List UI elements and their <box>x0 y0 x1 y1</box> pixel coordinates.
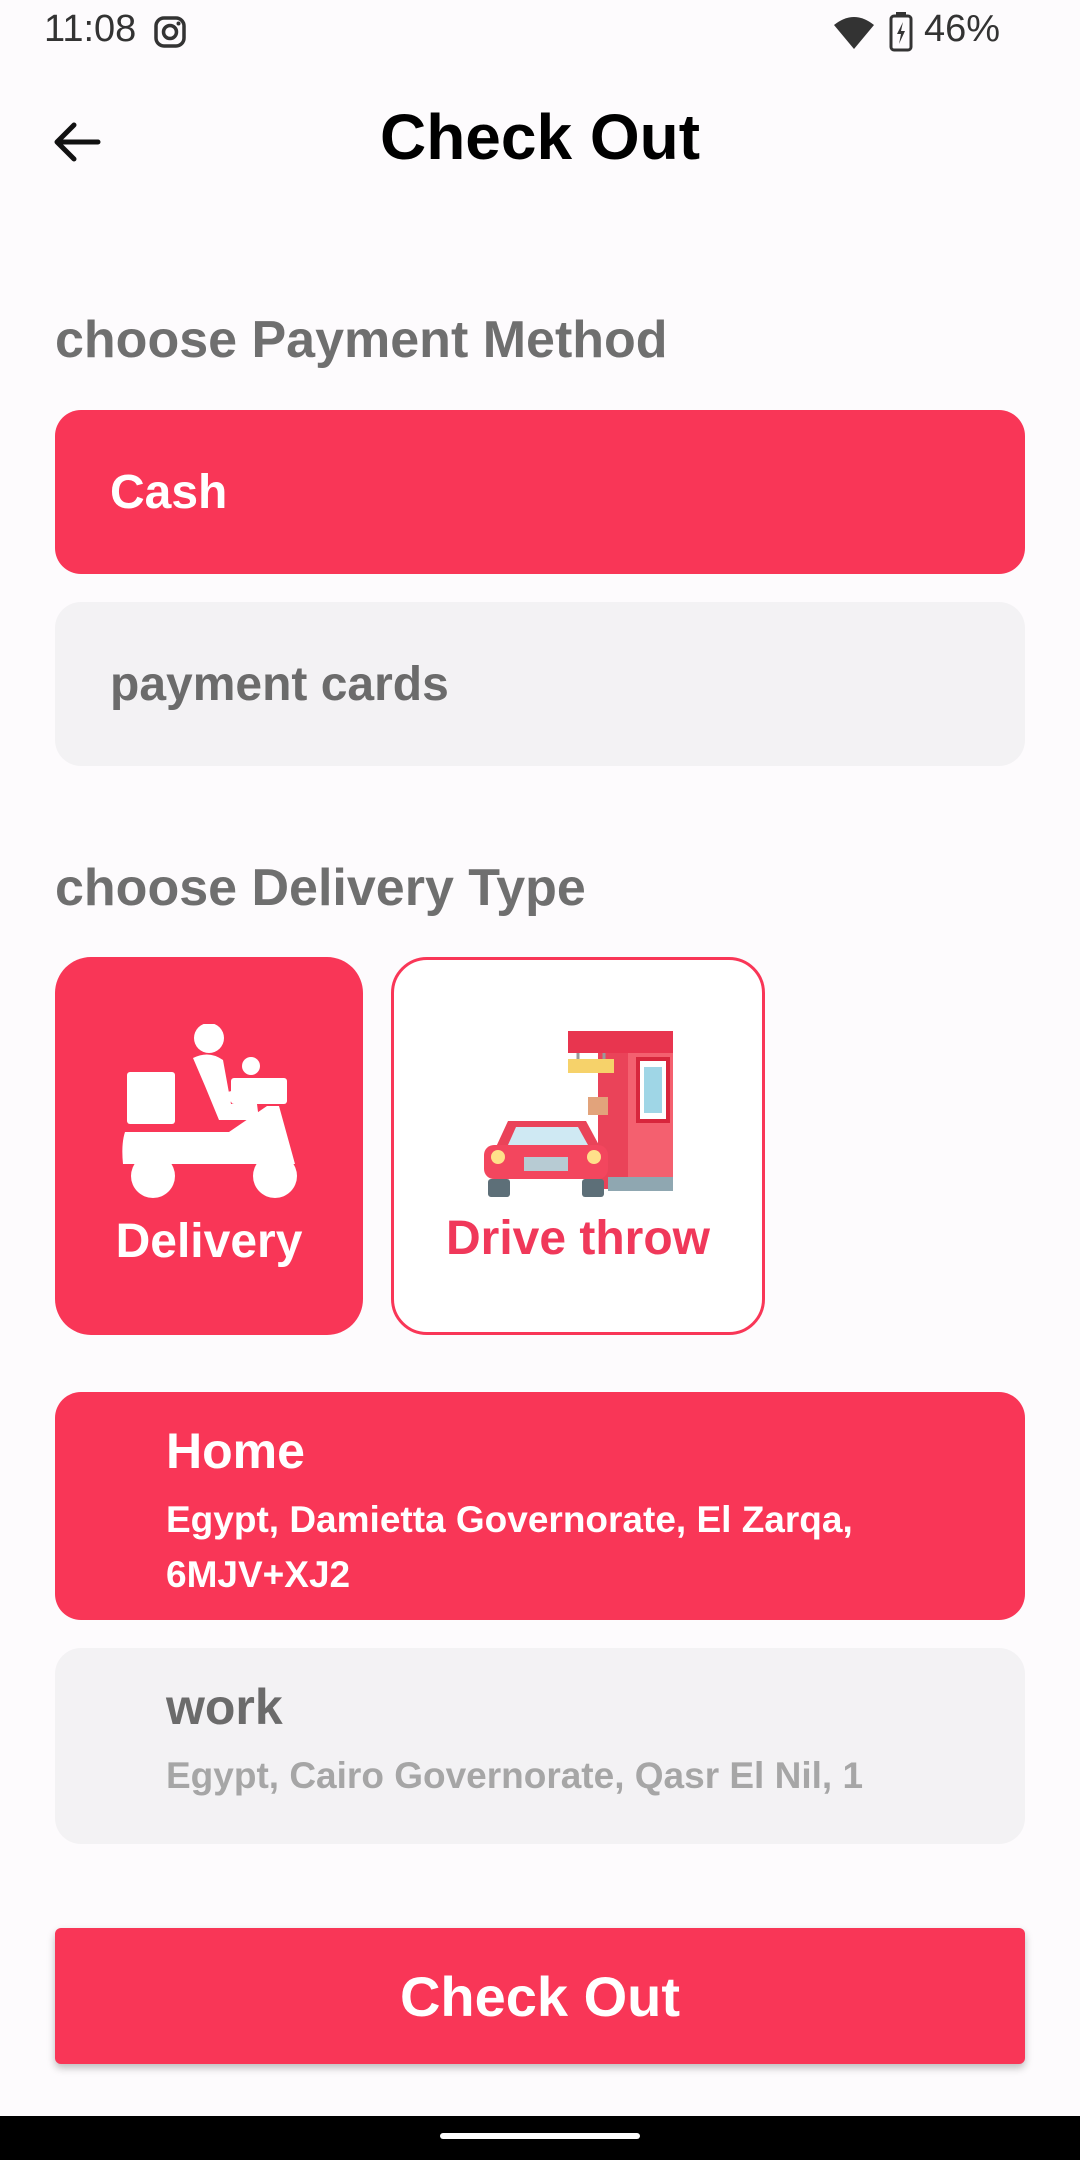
address-name: work <box>166 1679 283 1735</box>
payment-section-label: choose Payment Method <box>55 311 668 369</box>
delivery-type-drive-through[interactable]: Drive throw <box>391 957 765 1335</box>
payment-option-label: payment cards <box>110 657 449 711</box>
scooter-icon <box>122 1024 297 1198</box>
battery-percent: 46% <box>924 8 1001 50</box>
instagram-icon <box>154 16 186 48</box>
delivery-type-label: Drive throw <box>445 1212 711 1265</box>
delivery-type-label: Delivery <box>115 1215 303 1268</box>
wifi-icon <box>834 17 874 49</box>
address-name: Home <box>166 1423 305 1479</box>
drive-through-icon <box>484 1031 673 1197</box>
status-bar: 11:08 46% <box>0 0 1080 66</box>
delivery-section-label: choose Delivery Type <box>55 859 586 917</box>
page-title: Check Out <box>379 101 701 173</box>
payment-option-label: Cash <box>110 465 228 519</box>
address-line: Egypt, Cairo Governorate, Qasr El Nil, 1 <box>166 1755 864 1796</box>
payment-option-cards[interactable]: payment cards <box>55 602 1025 766</box>
address-line: Egypt, Damietta Governorate, El Zarqa, 6… <box>166 1499 853 1595</box>
payment-option-cash[interactable]: Cash <box>55 410 1025 574</box>
status-time: 11:08 <box>44 8 137 50</box>
home-gesture-handle[interactable] <box>440 2133 640 2139</box>
address-card-work[interactable]: work Egypt, Cairo Governorate, Qasr El N… <box>55 1648 1025 1844</box>
battery-icon <box>889 12 913 52</box>
address-card-home[interactable]: Home Egypt, Damietta Governorate, El Zar… <box>55 1392 1025 1620</box>
navigation-bar <box>0 2116 1080 2160</box>
checkout-button[interactable]: Check Out <box>55 1928 1025 2064</box>
delivery-type-delivery[interactable]: Delivery <box>55 957 363 1335</box>
